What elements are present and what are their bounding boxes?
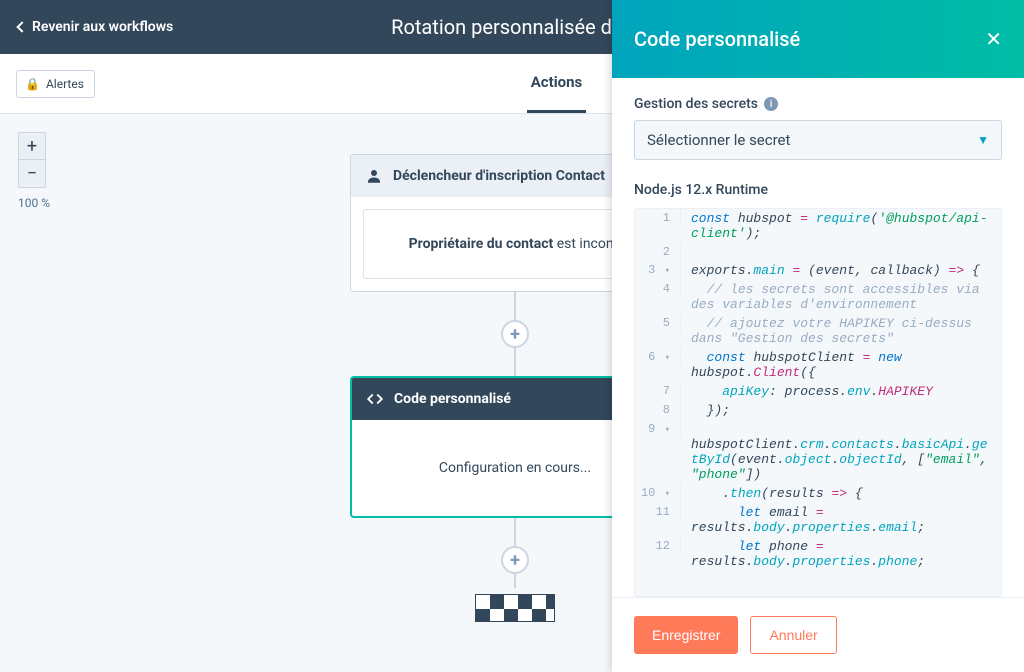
code-line[interactable]: 4 // les secrets sont accessibles via de… — [635, 280, 1001, 314]
gutter: 3 ▾ — [635, 261, 681, 279]
code-panel: Code personnalisé ✕ Gestion des secrets … — [612, 0, 1024, 672]
gutter: 2 — [635, 243, 681, 261]
code-text: hubspotClient.crm.contacts.basicApi.getB… — [681, 420, 1001, 484]
code-line[interactable]: 11 let email = results.body.properties.e… — [635, 503, 1001, 537]
code-line[interactable]: 7 apiKey: process.env.HAPIKEY — [635, 382, 1001, 401]
zoom-in-button[interactable]: + — [18, 132, 46, 160]
gutter: 9 ▾ — [635, 420, 681, 438]
alerts-label: Alertes — [46, 77, 84, 91]
code-text: const hubspot = require('@hubspot/api-cl… — [681, 209, 1001, 243]
finish-flag-icon — [475, 594, 555, 622]
code-header-text: Code personnalisé — [394, 391, 511, 407]
gutter: 10 ▾ — [635, 484, 681, 502]
code-text: apiKey: process.env.HAPIKEY — [681, 382, 1001, 401]
code-line[interactable]: 5 // ajoutez votre HAPIKEY ci-dessus dan… — [635, 314, 1001, 348]
connector-line — [514, 292, 516, 320]
gutter: 1 — [635, 209, 681, 227]
back-to-workflows-link[interactable]: Revenir aux workflows — [18, 19, 173, 35]
gutter: 4 — [635, 280, 681, 298]
cancel-button[interactable]: Annuler — [750, 616, 836, 654]
save-button[interactable]: Enregistrer — [634, 616, 738, 654]
code-text: .then(results => { — [681, 484, 1001, 503]
connector-line — [514, 348, 516, 376]
close-icon[interactable]: ✕ — [985, 27, 1002, 51]
zoom-out-button[interactable]: − — [18, 160, 46, 188]
panel-header: Code personnalisé ✕ — [612, 0, 1024, 78]
panel-footer: Enregistrer Annuler — [612, 597, 1024, 672]
secrets-label-text: Gestion des secrets — [634, 96, 758, 112]
code-line[interactable]: 3 ▾exports.main = (event, callback) => { — [635, 261, 1001, 280]
code-text: // les secrets sont accessibles via des … — [681, 280, 1001, 314]
code-text: }); — [681, 401, 1001, 420]
code-line[interactable]: 10 ▾ .then(results => { — [635, 484, 1001, 503]
trigger-header-text: Déclencheur d'inscription Contact — [393, 168, 605, 184]
lock-icon: 🔒 — [25, 77, 40, 91]
info-icon[interactable]: i — [764, 97, 778, 111]
secret-select[interactable]: Sélectionner le secret ▼ — [634, 120, 1002, 160]
code-line[interactable]: 12 let phone = results.body.properties.p… — [635, 537, 1001, 571]
code-line[interactable]: 9 ▾ hubspotClient.crm.contacts.basicApi.… — [635, 420, 1001, 484]
code-line[interactable]: 6 ▾ const hubspotClient = new hubspot.Cl… — [635, 348, 1001, 382]
runtime-label: Node.js 12.x Runtime — [634, 182, 1002, 198]
code-icon — [366, 390, 384, 408]
secrets-label: Gestion des secrets i — [634, 96, 1002, 112]
tab-actions[interactable]: Actions — [527, 54, 587, 113]
code-text — [681, 243, 1001, 247]
panel-body: Gestion des secrets i Sélectionner le se… — [612, 78, 1024, 597]
code-text: // ajoutez votre HAPIKEY ci-dessus dans … — [681, 314, 1001, 348]
code-line[interactable]: 8 }); — [635, 401, 1001, 420]
gutter: 8 — [635, 401, 681, 419]
code-text: let email = results.body.properties.emai… — [681, 503, 1001, 537]
add-step-button[interactable]: + — [501, 320, 529, 348]
panel-title: Code personnalisé — [634, 27, 800, 51]
code-text: let phone = results.body.properties.phon… — [681, 537, 1001, 571]
gutter: 12 — [635, 537, 681, 555]
back-label: Revenir aux workflows — [32, 19, 173, 35]
gutter: 5 — [635, 314, 681, 332]
code-editor[interactable]: 1const hubspot = require('@hubspot/api-c… — [634, 208, 1002, 597]
secret-select-placeholder: Sélectionner le secret — [647, 131, 790, 149]
chevron-left-icon — [16, 21, 27, 32]
connector-line — [514, 518, 516, 546]
code-text: const hubspotClient = new hubspot.Client… — [681, 348, 1001, 382]
code-line[interactable]: 1const hubspot = require('@hubspot/api-c… — [635, 209, 1001, 243]
trigger-body-prefix: Propriétaire du contact — [409, 236, 554, 252]
page-title: Rotation personnalisée des — [391, 15, 633, 39]
connector-line — [514, 574, 516, 588]
chevron-down-icon: ▼ — [977, 133, 989, 147]
gutter: 6 ▾ — [635, 348, 681, 366]
zoom-level-label: 100 % — [18, 196, 50, 210]
gutter: 11 — [635, 503, 681, 521]
gutter: 7 — [635, 382, 681, 400]
add-step-button[interactable]: + — [501, 546, 529, 574]
person-icon — [365, 167, 383, 185]
code-line[interactable]: 2 — [635, 243, 1001, 261]
zoom-controls: + − 100 % — [18, 132, 50, 210]
alerts-button[interactable]: 🔒 Alertes — [16, 70, 95, 98]
code-text: exports.main = (event, callback) => { — [681, 261, 1001, 280]
